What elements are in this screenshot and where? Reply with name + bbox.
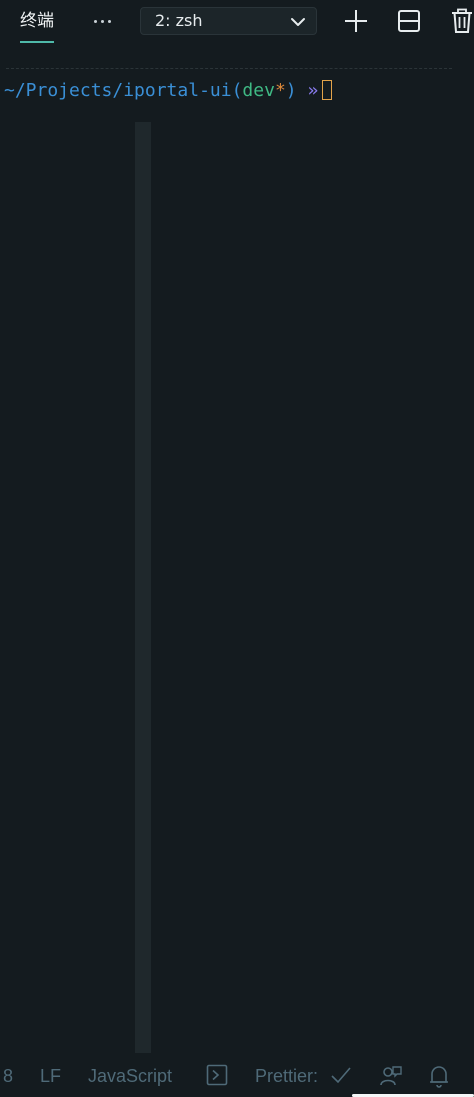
prompt-dirty-marker: * bbox=[274, 80, 286, 101]
terminal-prompt-line[interactable]: ~/Projects/iportal-ui(dev*) » bbox=[4, 79, 333, 103]
tab-terminal-label: 终端 bbox=[20, 11, 54, 31]
terminal-column-guide bbox=[135, 122, 151, 1053]
split-icon[interactable] bbox=[396, 8, 422, 34]
more-horizontal-icon[interactable] bbox=[89, 8, 115, 34]
status-line-ending[interactable]: LF bbox=[40, 1065, 61, 1087]
prompt-path: ~/Projects/iportal-ui bbox=[4, 80, 232, 101]
status-partial-item[interactable]: 8 bbox=[3, 1065, 13, 1087]
prompt-close-paren: ) bbox=[285, 80, 297, 101]
feedback-icon[interactable] bbox=[379, 1064, 403, 1093]
status-bar: 8 LF JavaScript Prettier: bbox=[0, 1055, 474, 1097]
prettier-label: Prettier: bbox=[255, 1066, 319, 1086]
prompt-arrow: » bbox=[307, 80, 319, 101]
prompt-open-paren: ( bbox=[231, 80, 243, 101]
tab-terminal[interactable]: 终端 bbox=[20, 10, 54, 44]
trash-icon[interactable] bbox=[449, 8, 474, 34]
terminal-separator bbox=[6, 68, 452, 69]
prompt-git-branch: dev bbox=[242, 80, 275, 101]
terminal-panel-header: 终端 2: zsh bbox=[0, 0, 474, 46]
status-prettier[interactable]: Prettier: bbox=[255, 1065, 318, 1087]
terminal-icon[interactable] bbox=[206, 1064, 228, 1091]
terminal-shell-select[interactable]: 2: zsh bbox=[140, 7, 317, 35]
active-tab-indicator bbox=[20, 41, 54, 43]
terminal-shell-select-value: 2: zsh bbox=[155, 11, 203, 30]
bell-icon[interactable] bbox=[428, 1064, 450, 1093]
chevron-down-icon bbox=[291, 18, 305, 26]
terminal-cursor bbox=[322, 80, 333, 100]
checkmark-icon bbox=[330, 1065, 352, 1090]
status-language-mode[interactable]: JavaScript bbox=[88, 1065, 172, 1087]
plus-icon[interactable] bbox=[343, 8, 369, 34]
